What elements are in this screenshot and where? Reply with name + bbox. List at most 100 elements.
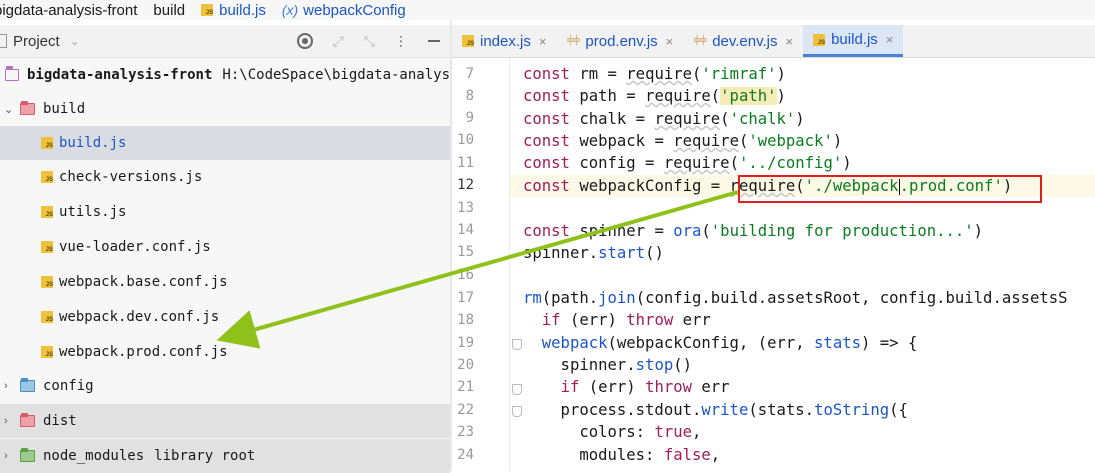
code-line: rm(path.join(config.build.assetsRoot, co…	[523, 287, 1068, 309]
code-token: webpack =	[569, 132, 674, 150]
js-file-icon	[201, 4, 214, 17]
expand-icon[interactable]: ⤢	[333, 33, 344, 50]
line-number: 11	[457, 155, 474, 171]
tree-file-label: utils.js	[59, 204, 127, 220]
tree-row-build[interactable]: ⌄ build	[0, 92, 450, 126]
tab-dev-env-js[interactable]: ⫩⫩ dev.env.js ×	[683, 25, 803, 57]
code-editor[interactable]: 7 8 9 10 11 12 13 14 15 16 17 18 19 20 2…	[452, 58, 1095, 471]
code-token: ) => {	[861, 334, 918, 352]
code-token: 'chalk'	[729, 110, 796, 128]
code-token: true	[654, 423, 692, 441]
breadcrumb-symbol-label: webpackConfig	[303, 1, 406, 19]
code-token: (err)	[579, 378, 646, 396]
line-number: 12	[457, 177, 474, 193]
code-token: '../config'	[738, 154, 843, 172]
code-token: webpack	[541, 334, 608, 352]
code-token: if	[560, 378, 580, 396]
code-token: const	[523, 110, 570, 128]
fold-icon[interactable]	[512, 406, 522, 417]
code-line: modules: false,	[523, 444, 720, 466]
code-token: (	[738, 132, 749, 150]
code-token: stop	[635, 356, 674, 374]
tree-file-label: build.js	[59, 135, 127, 151]
code-token: err	[673, 311, 711, 329]
navigation-breadcrumb: bigdata-analysis-front build build.js (x…	[0, 0, 1095, 20]
code-token: ()	[645, 244, 664, 262]
code-token: join	[598, 289, 636, 307]
code-line: const spinner = ora('building for produc…	[523, 220, 983, 242]
breadcrumb-folder[interactable]: build	[153, 2, 185, 19]
chevron-down-icon[interactable]: ⌄	[4, 103, 16, 116]
code-token: stats	[814, 334, 861, 352]
code-token: if	[541, 311, 561, 329]
code-token: const	[523, 87, 570, 105]
code-token: path =	[569, 87, 646, 105]
close-icon[interactable]: ×	[666, 34, 674, 49]
breadcrumb-file[interactable]: build.js	[201, 2, 266, 19]
code-token: throw	[645, 378, 693, 396]
library-root-tag: library root	[154, 448, 256, 464]
breadcrumb-project[interactable]: bigdata-analysis-front	[0, 2, 137, 19]
tree-row-file[interactable]: check-versions.js	[0, 160, 450, 194]
close-icon[interactable]: ×	[786, 34, 794, 49]
fold-icon[interactable]	[512, 339, 522, 350]
code-token: rm	[523, 289, 542, 307]
close-icon[interactable]: ×	[539, 34, 547, 49]
chevron-right-icon[interactable]: ›	[4, 380, 16, 392]
code-line: if (err) throw err	[523, 376, 730, 398]
js-file-icon	[41, 276, 53, 289]
tree-row-file[interactable]: vue-loader.conf.js	[0, 230, 450, 264]
tree-row-file[interactable]: build.js	[0, 126, 450, 160]
options-icon[interactable]: ⋯	[394, 35, 410, 48]
line-number: 22	[457, 402, 474, 418]
tree-file-label: check-versions.js	[59, 169, 203, 185]
locate-icon[interactable]	[296, 33, 313, 49]
code-token: ,	[692, 423, 702, 441]
project-tree: bigdata-analysis-front H:\CodeSpace\bigd…	[0, 58, 450, 473]
tree-root-path: H:\CodeSpace\bigdata-analys	[222, 67, 450, 83]
chevron-right-icon[interactable]: ›	[4, 450, 16, 462]
folder-icon	[20, 101, 35, 115]
project-view-selector[interactable]: Project ⌄	[0, 33, 80, 50]
folder-icon	[20, 413, 35, 427]
code-token: const	[523, 222, 570, 240]
code-line: if (err) throw err	[523, 309, 711, 331]
tree-file-label: webpack.prod.conf.js	[59, 344, 228, 360]
tree-row-file[interactable]: webpack.prod.conf.js	[0, 335, 450, 369]
line-number: 10	[457, 132, 474, 148]
tab-prod-env-js[interactable]: ⫩⫩ prod.env.js ×	[556, 25, 683, 57]
tree-row-file[interactable]: utils.js	[0, 195, 450, 229]
breadcrumb-symbol[interactable]: (x) webpackConfig	[282, 2, 406, 19]
tree-row-config[interactable]: › config	[0, 369, 450, 403]
close-icon[interactable]: ×	[886, 32, 894, 47]
code-line: spinner.stop()	[523, 354, 692, 376]
tree-row-node-modules[interactable]: › node_modules library root	[0, 439, 450, 473]
code-token: config =	[569, 154, 664, 172]
tab-label: index.js	[480, 32, 531, 50]
code-token: process.stdout.	[523, 401, 702, 419]
js-file-icon	[813, 33, 826, 47]
tree-row-file[interactable]: webpack.base.conf.js	[0, 265, 450, 299]
tree-row-file[interactable]: webpack.dev.conf.js	[0, 300, 450, 334]
tree-row-root[interactable]: bigdata-analysis-front H:\CodeSpace\bigd…	[0, 58, 450, 92]
code-line: spinner.start()	[523, 242, 664, 264]
chevron-right-icon[interactable]: ›	[4, 415, 16, 427]
collapse-icon[interactable]: ⤡	[364, 33, 375, 50]
js-file-icon	[41, 241, 53, 254]
tab-build-js[interactable]: build.js ×	[803, 25, 904, 57]
hide-icon[interactable]	[428, 40, 440, 42]
tab-index-js[interactable]: index.js ×	[452, 25, 556, 57]
code-token: (config.build.assetsRoot, config.build.a…	[635, 289, 1068, 307]
code-token: 'path'	[720, 87, 777, 105]
code-line: process.stdout.write(stats.toString({	[523, 399, 908, 421]
code-token: ()	[673, 356, 693, 374]
line-number: 19	[457, 335, 474, 351]
js-file-icon	[41, 346, 53, 359]
tree-row-dist[interactable]: › dist	[0, 404, 450, 438]
tree-file-label: webpack.base.conf.js	[59, 274, 228, 290]
code-token: (stats.	[748, 401, 815, 419]
fold-icon[interactable]	[512, 384, 522, 395]
code-token: modules:	[523, 446, 664, 464]
